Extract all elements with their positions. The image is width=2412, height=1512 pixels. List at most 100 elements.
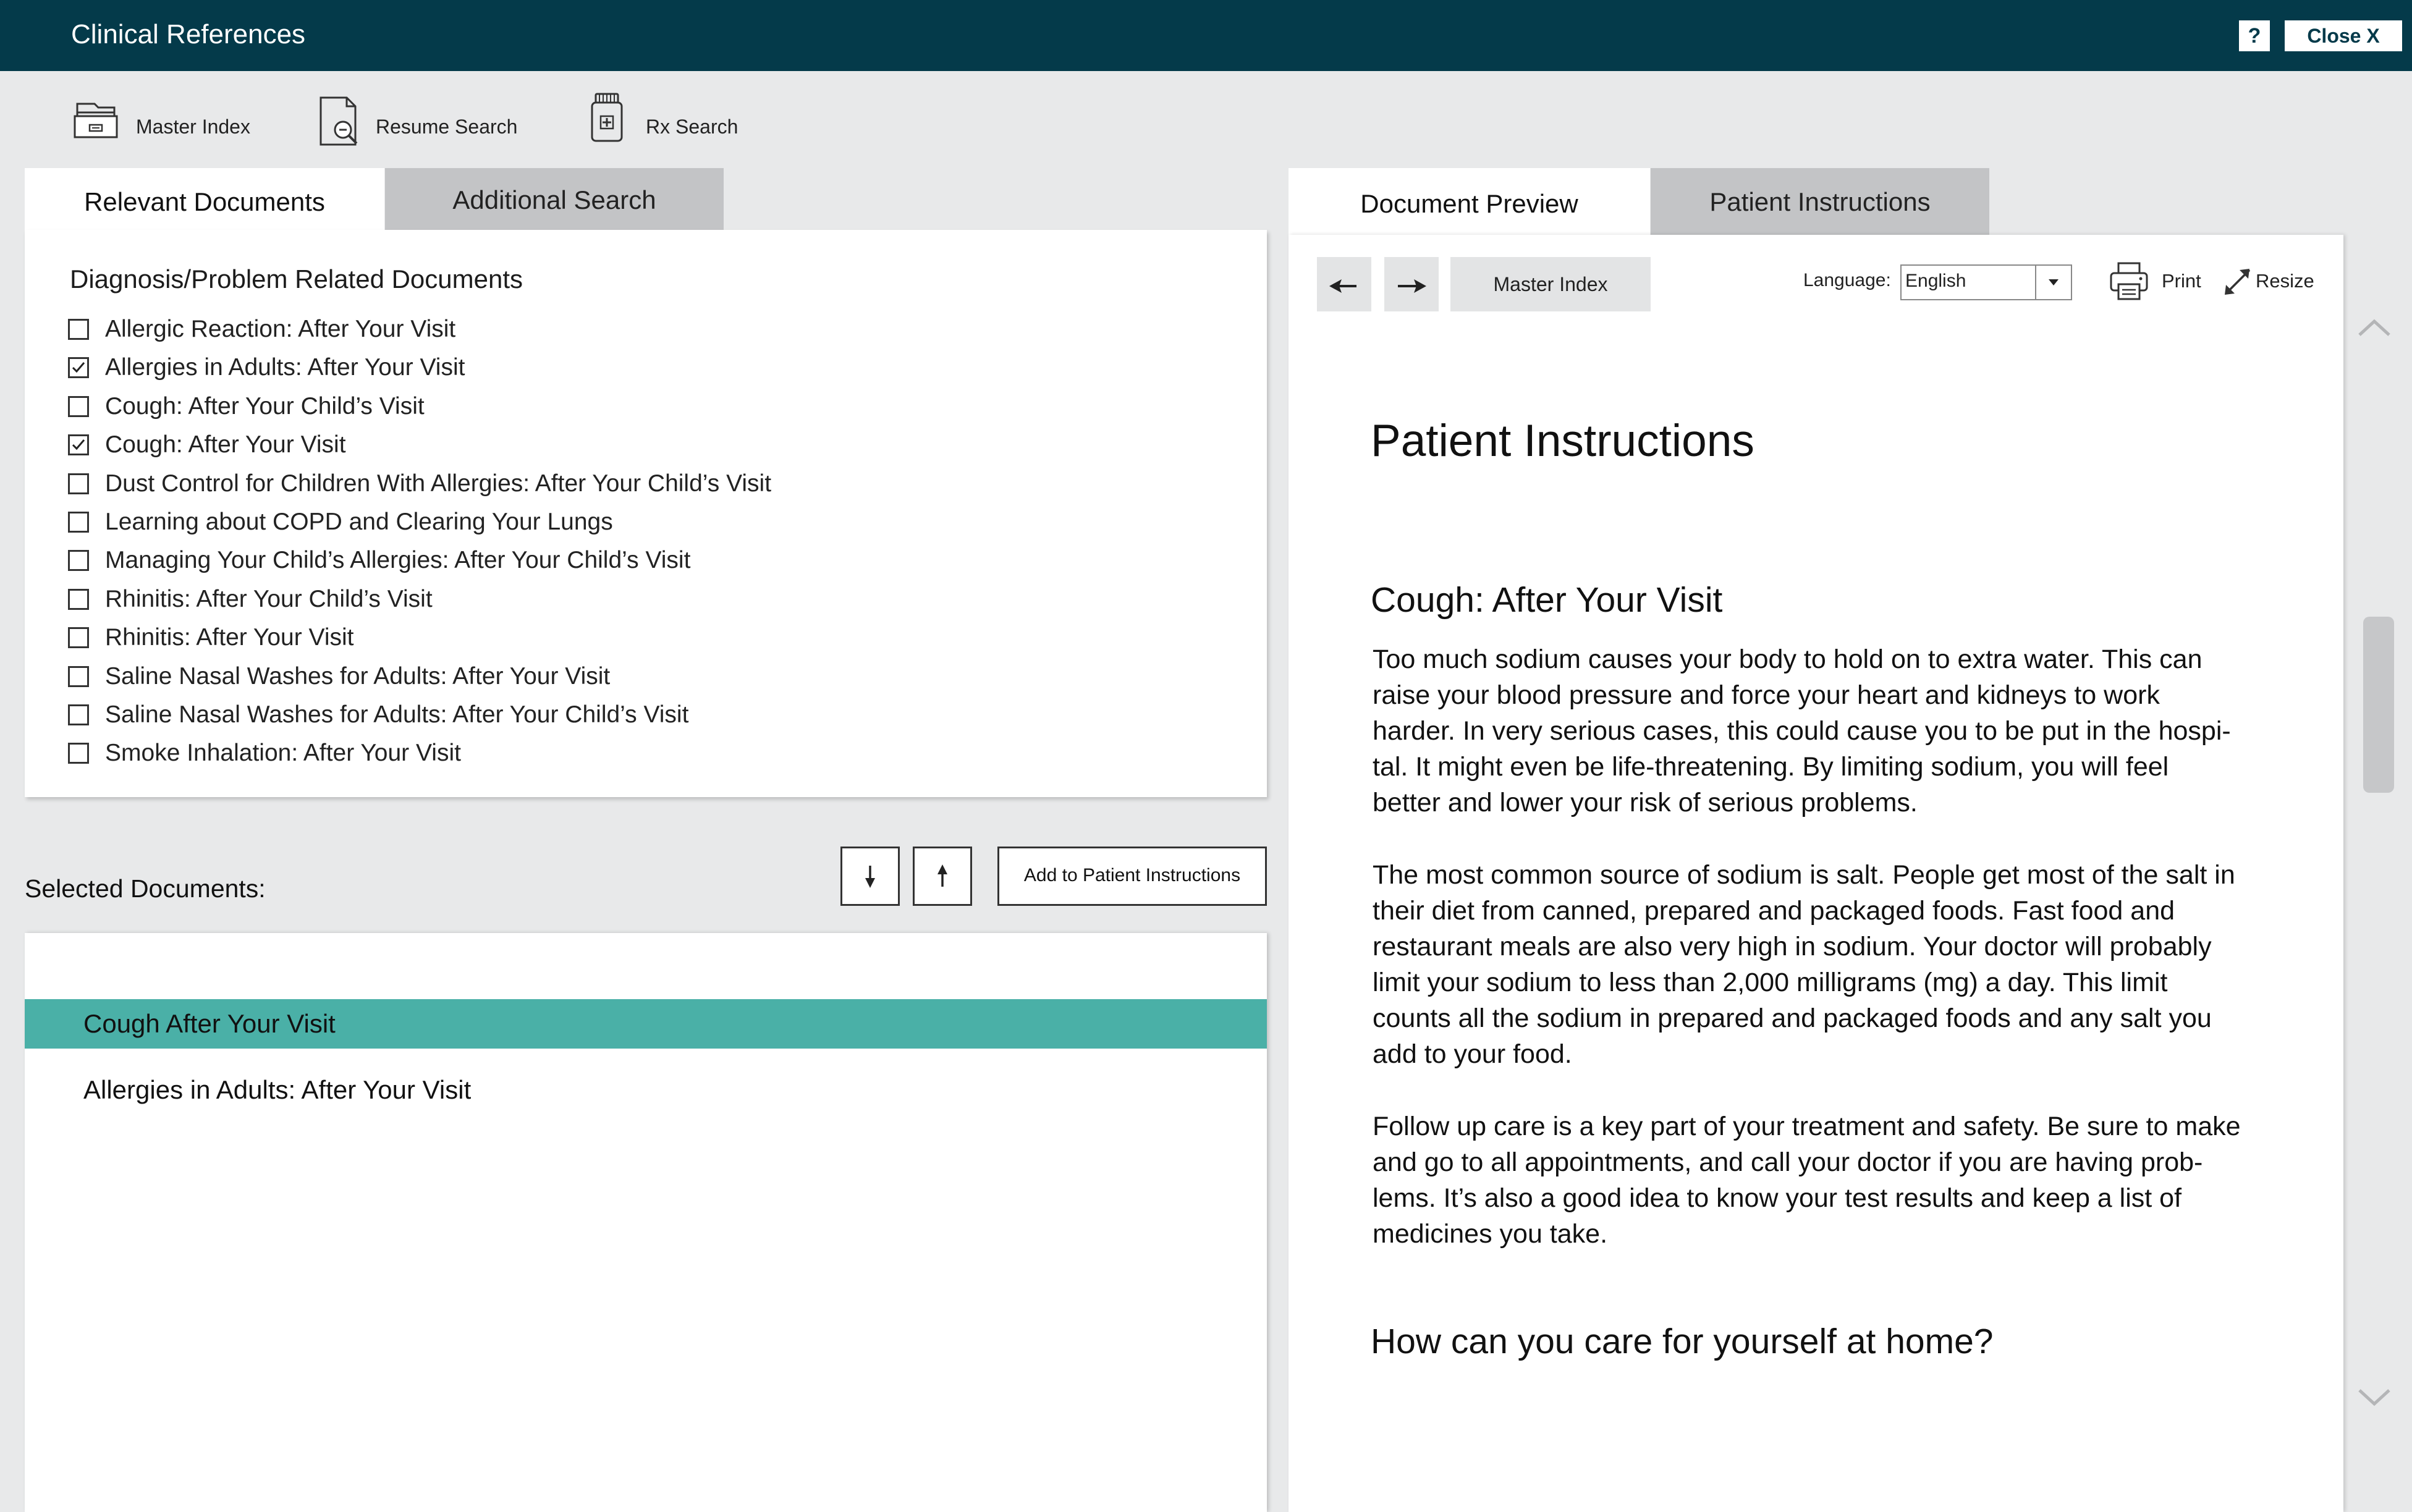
document-checkbox-item[interactable]: Dust Control for Children With Allergies… xyxy=(68,468,771,499)
document-checkbox-item[interactable]: Cough: After Your Visit xyxy=(68,429,346,460)
title-bar xyxy=(0,0,2412,71)
document-checkbox-label: Rhinitis: After Your Child’s Visit xyxy=(105,586,433,612)
checkmark-icon xyxy=(72,439,85,450)
scroll-down-button[interactable] xyxy=(2356,1383,2393,1410)
rx-search-label: Rx Search xyxy=(646,116,738,138)
document-checkbox-label: Allergies in Adults: After Your Visit xyxy=(105,354,465,381)
arrow-right-icon xyxy=(1384,257,1439,315)
tab-document-preview[interactable]: Document Preview xyxy=(1289,168,1650,235)
help-button[interactable]: ? xyxy=(2239,20,2270,51)
resize-label: Resize xyxy=(2256,270,2314,292)
document-checkbox-label: Cough: After Your Child’s Visit xyxy=(105,393,425,420)
document-paragraph-line: add to your food. xyxy=(1373,1039,1572,1069)
document-checkbox-label: Saline Nasal Washes for Adults: After Yo… xyxy=(105,701,689,728)
document-paragraph-line: their diet from canned, prepared and pac… xyxy=(1373,896,2175,926)
document-section-heading: How can you care for yourself at home? xyxy=(1371,1322,1994,1361)
document-paragraph-line: counts all the sodium in prepared and pa… xyxy=(1373,1003,2212,1033)
selected-document-label: Cough After Your Visit xyxy=(83,1009,336,1038)
document-paragraph: Follow up care is a key part of your tre… xyxy=(1373,1109,2269,1252)
tab-additional-search-label: Additional Search xyxy=(452,185,656,214)
document-paragraph-line: harder. In very serious cases, this coul… xyxy=(1373,716,2231,746)
printer-icon xyxy=(2107,260,2151,306)
document-paragraph-line: better and lower your risk of serious pr… xyxy=(1373,788,1918,817)
checkbox-unchecked[interactable] xyxy=(68,589,89,610)
chevron-up-icon xyxy=(2356,319,2393,345)
document-paragraph-line: lems. It’s also a good idea to know your… xyxy=(1373,1183,2182,1213)
language-select[interactable]: English xyxy=(1900,264,2072,300)
document-checkbox-item[interactable]: Saline Nasal Washes for Adults: After Yo… xyxy=(68,699,688,730)
document-checkbox-item[interactable]: Smoke Inhalation: After Your Visit xyxy=(68,738,461,769)
selected-document-row[interactable]: Cough After Your Visit xyxy=(25,999,1267,1049)
move-down-button[interactable] xyxy=(840,847,900,906)
selected-documents-heading: Selected Documents: xyxy=(25,874,266,903)
print-button[interactable]: Print xyxy=(2107,260,2206,303)
move-up-button[interactable] xyxy=(913,847,972,906)
checkbox-unchecked[interactable] xyxy=(68,627,89,648)
document-paragraph-line: Too much sodium causes your body to hold… xyxy=(1373,644,2203,674)
document-checkbox-item[interactable]: Cough: After Your Child’s Visit xyxy=(68,391,425,422)
document-checkbox-item[interactable]: Allergies in Adults: After Your Visit xyxy=(68,352,465,383)
scroll-up-button[interactable] xyxy=(2356,315,2393,342)
document-paragraph-line: Follow up care is a key part of your tre… xyxy=(1373,1112,2241,1141)
document-paragraph-line: limit your sodium to less than 2,000 mil… xyxy=(1373,968,2168,997)
document-checkbox-label: Learning about COPD and Clearing Your Lu… xyxy=(105,509,613,535)
document-paragraph: The most common source of sodium is salt… xyxy=(1373,857,2269,1072)
toolbar: Master Index Resume Search Rx Search xyxy=(0,71,803,164)
resume-search-label: Resume Search xyxy=(376,116,518,138)
document-paragraph-line: The most common source of sodium is salt… xyxy=(1373,860,2235,890)
checkbox-unchecked[interactable] xyxy=(68,550,89,571)
checkbox-unchecked[interactable] xyxy=(68,512,89,533)
tab-patient-instructions[interactable]: Patient Instructions xyxy=(1651,168,1989,235)
tab-relevant-documents[interactable]: Relevant Documents xyxy=(25,168,384,230)
master-index-nav-button[interactable]: Master Index xyxy=(1450,257,1651,311)
tab-additional-search[interactable]: Additional Search xyxy=(385,168,724,230)
document-checkbox-item[interactable]: Rhinitis: After Your Child’s Visit xyxy=(68,584,433,615)
selected-document-row[interactable]: Allergies in Adults: After Your Visit xyxy=(25,1065,1267,1115)
document-checkbox-item[interactable]: Learning about COPD and Clearing Your Lu… xyxy=(68,507,613,538)
document-checkbox-item[interactable]: Allergic Reaction: After Your Visit xyxy=(68,314,455,345)
folder-icon xyxy=(71,94,121,146)
back-button[interactable] xyxy=(1317,257,1371,311)
document-checkbox-label: Allergic Reaction: After Your Visit xyxy=(105,316,456,342)
add-to-patient-instructions-label: Add to Patient Instructions xyxy=(1023,865,1241,885)
document-paragraph: Too much sodium causes your body to hold… xyxy=(1373,641,2269,821)
checkbox-unchecked[interactable] xyxy=(68,473,89,494)
document-checkbox-item[interactable]: Rhinitis: After Your Visit xyxy=(68,622,354,653)
document-checkbox-label: Rhinitis: After Your Visit xyxy=(105,624,354,651)
checkbox-checked[interactable] xyxy=(68,357,89,378)
arrow-up-icon xyxy=(915,848,970,907)
arrow-down-icon xyxy=(842,848,898,907)
checkmark-icon xyxy=(72,362,85,373)
document-checkbox-item[interactable]: Managing Your Child’s Allergies: After Y… xyxy=(68,545,690,576)
language-value: English xyxy=(1905,271,1966,291)
checkbox-unchecked[interactable] xyxy=(68,666,89,687)
document-title: Patient Instructions xyxy=(1371,416,1754,466)
document-subtitle: Cough: After Your Visit xyxy=(1371,580,1723,620)
document-checkbox-item[interactable]: Saline Nasal Washes for Adults: After Yo… xyxy=(68,661,610,692)
document-paragraph-line: and go to all appointments, and call you… xyxy=(1373,1147,2203,1177)
add-to-patient-instructions-button[interactable]: Add to Patient Instructions xyxy=(997,847,1267,906)
pill-bottle-icon xyxy=(587,90,627,149)
forward-button[interactable] xyxy=(1384,257,1439,311)
dropdown-arrow-icon xyxy=(2035,266,2071,299)
tab-patient-instructions-label: Patient Instructions xyxy=(1709,187,1931,216)
document-search-icon xyxy=(317,94,366,153)
checkbox-unchecked[interactable] xyxy=(68,704,89,725)
close-button[interactable]: Close X xyxy=(2285,20,2402,51)
document-checkbox-label: Smoke Inhalation: After Your Visit xyxy=(105,740,461,766)
document-checkbox-label: Dust Control for Children With Allergies… xyxy=(105,470,772,497)
language-label: Language: xyxy=(1803,270,1891,290)
checkbox-unchecked[interactable] xyxy=(68,396,89,417)
checkbox-unchecked[interactable] xyxy=(68,319,89,340)
document-paragraph-line: raise your blood pressure and force your… xyxy=(1373,680,2160,710)
print-label: Print xyxy=(2162,270,2201,292)
resize-button[interactable]: Resize xyxy=(2222,260,2315,303)
tab-document-preview-label: Document Preview xyxy=(1360,189,1578,218)
scrollbar-thumb[interactable] xyxy=(2363,617,2394,793)
master-index-label: Master Index xyxy=(136,116,250,138)
checkbox-unchecked[interactable] xyxy=(68,743,89,764)
checkbox-checked[interactable] xyxy=(68,434,89,455)
document-paragraph-line: restaurant meals are also very high in s… xyxy=(1373,932,2212,961)
app-title: Clinical References xyxy=(71,19,306,49)
diagnosis-heading: Diagnosis/Problem Related Documents xyxy=(70,264,523,294)
